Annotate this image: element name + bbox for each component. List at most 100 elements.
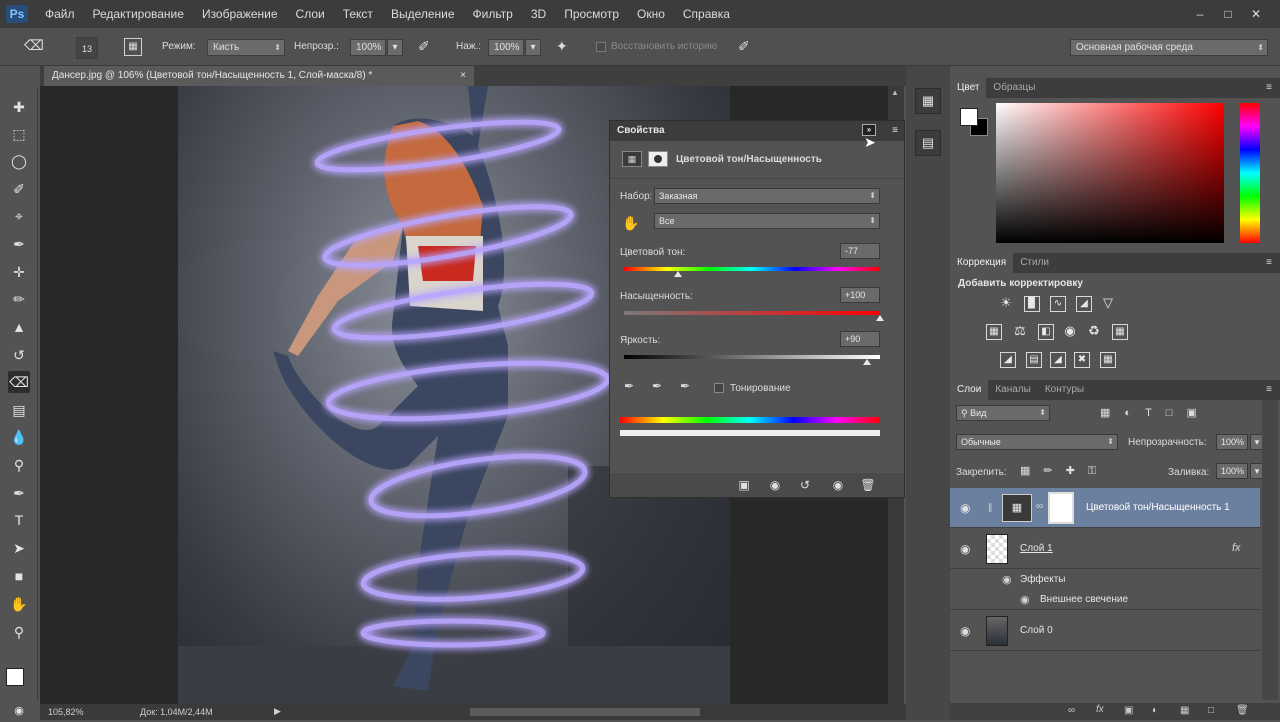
healing-brush-tool-icon[interactable]: ✛ [8,261,30,283]
pen-tool-icon[interactable]: ✒ [8,482,30,504]
menu-help[interactable]: Справка [674,7,739,21]
menu-file[interactable]: Файл [36,7,84,21]
black-white-icon[interactable]: ◧ [1038,324,1054,340]
hue-slider-thumb[interactable] [673,271,682,277]
quick-select-tool-icon[interactable]: ✐ [8,178,30,200]
layer-name[interactable]: Слой 1 [1020,543,1053,554]
foreground-color-swatch[interactable] [960,108,978,126]
selective-color-icon[interactable]: ▦ [1100,352,1116,368]
color-picker-field[interactable] [996,103,1224,243]
view-previous-icon[interactable]: ◉ [763,476,787,494]
chain-link-icon[interactable]: ∥ [988,502,993,513]
add-mask-icon[interactable]: ▣ [1124,705,1133,716]
visibility-eye-icon[interactable]: ◉ [960,624,970,638]
lightness-slider-thumb[interactable] [863,359,872,365]
eraser-tool-icon[interactable]: ⌫ [8,371,30,393]
link-layers-icon[interactable]: ∞ [1068,705,1075,716]
pressure-opacity-icon[interactable]: ✐ [418,38,430,55]
vibrance-icon[interactable]: ▽ [1100,296,1116,312]
panel-menu-icon[interactable]: ≡ [892,121,898,141]
tab-adjustments[interactable]: Коррекция [950,253,1014,273]
marquee-tool-icon[interactable]: ⬚ [8,123,30,145]
layer-filter-select[interactable]: ⚲ Вид [956,405,1050,421]
saturation-input[interactable]: +100 [840,287,880,303]
new-adjustment-icon[interactable]: ◐ [1152,705,1158,716]
zoom-level[interactable]: 105,82% [48,707,84,717]
delete-adjustment-icon[interactable]: 🗑 [856,476,880,494]
layer-mask-thumbnail[interactable] [1048,492,1074,524]
visibility-eye-icon[interactable]: ◉ [960,501,970,515]
layer-opacity-input[interactable]: 100% [1216,434,1248,450]
close-icon[interactable]: ✕ [1242,5,1270,23]
lock-all-icon[interactable]: ⚿ [1088,465,1109,477]
hue-spectrum-slider[interactable] [1240,103,1260,243]
history-panel-icon[interactable]: ▦ [915,88,941,114]
type-tool-icon[interactable]: T [8,509,30,531]
layer-thumbnail[interactable] [986,616,1008,646]
properties-panel-icon[interactable]: ▤ [915,130,941,156]
tab-color[interactable]: Цвет [950,78,987,98]
layer-effect-row[interactable]: ◉ Внешнее свечение [950,590,1260,610]
menu-edit[interactable]: Редактирование [84,7,193,21]
invert-icon[interactable]: ◢ [1000,352,1016,368]
lock-pixels-icon[interactable]: ✏ [1043,465,1065,477]
tab-channels[interactable]: Каналы [988,380,1038,400]
threshold-icon[interactable]: ◢ [1050,352,1066,368]
hand-tool-icon[interactable]: ✋ [8,593,30,615]
lock-transparency-icon[interactable]: ▦ [1020,465,1043,477]
add-style-icon[interactable]: fx [1096,704,1104,715]
flow-dropdown-icon[interactable]: ▾ [525,39,541,56]
crop-tool-icon[interactable]: ⌖ [8,205,30,227]
filter-pixel-icon[interactable]: ▦ [1100,407,1124,419]
eyedropper-tool-icon[interactable]: ✒ [8,233,30,255]
clone-stamp-tool-icon[interactable]: ▲ [8,316,30,338]
color-panel-menu-icon[interactable]: ≡ [1266,78,1272,98]
filter-adjustment-icon[interactable]: ◐ [1124,407,1145,419]
saturation-slider[interactable] [624,311,880,315]
layer-row-layer1[interactable]: ◉ Слой 1 fx [950,529,1260,569]
menu-image[interactable]: Изображение [193,7,287,21]
lightness-input[interactable]: +90 [840,331,880,347]
adjustment-layer-icon[interactable]: ▦ [622,151,642,167]
opacity-input[interactable]: 100% [350,39,386,56]
horizontal-scrollbar-thumb[interactable] [470,708,700,716]
path-select-tool-icon[interactable]: ➤ [8,537,30,559]
effects-eye-icon[interactable]: ◉ [1002,573,1012,586]
filter-shape-icon[interactable]: □ [1166,407,1187,419]
menu-view[interactable]: Просмотр [555,7,628,21]
brightness-contrast-icon[interactable]: ☀ [998,296,1014,312]
menu-type[interactable]: Текст [334,7,382,21]
restore-history-checkbox[interactable] [596,42,606,52]
lasso-tool-icon[interactable]: ◯ [8,150,30,172]
blend-mode-select[interactable]: Обычные [956,434,1118,450]
mode-select[interactable]: Кисть [207,39,285,56]
saturation-slider-thumb[interactable] [876,315,884,321]
move-tool-icon[interactable]: ✚ [8,96,30,118]
reset-icon[interactable]: ↺ [793,476,817,494]
fill-input[interactable]: 100% [1216,463,1248,479]
channel-select[interactable]: Все [654,213,880,229]
layer-fx-icon[interactable]: fx [1232,542,1241,554]
channel-mixer-icon[interactable]: ♻ [1086,324,1102,340]
eraser-tool-icon[interactable]: ⌫ [24,37,44,57]
zoom-tool-icon[interactable]: ⚲ [8,621,30,643]
minimize-icon[interactable]: – [1186,5,1214,23]
document-tab[interactable]: Дансер.jpg @ 106% (Цветовой тон/Насыщенн… [44,66,474,86]
history-brush-tool-icon[interactable]: ↺ [8,344,30,366]
effect-eye-icon[interactable]: ◉ [1020,593,1030,606]
hue-input[interactable]: -77 [840,243,880,259]
filter-type-icon[interactable]: T [1145,407,1166,419]
mask-link-icon[interactable]: ∞ [1036,501,1043,512]
lock-position-icon[interactable]: ✚ [1066,465,1088,477]
scroll-up-icon[interactable]: ▲ [891,88,899,97]
gradient-tool-icon[interactable]: ▤ [8,399,30,421]
brush-tool-icon[interactable]: ✏ [8,288,30,310]
tab-layers[interactable]: Слои [950,380,989,400]
flow-input[interactable]: 100% [488,39,524,56]
visibility-eye-icon[interactable]: ◉ [960,542,970,556]
tab-swatches[interactable]: Образцы [986,78,1042,98]
layer-name[interactable]: Цветовой тон/Насыщенность 1 [1086,502,1230,513]
shape-tool-icon[interactable]: ■ [8,565,30,587]
airbrush-icon[interactable]: ✦ [556,38,568,55]
colorize-checkbox[interactable] [714,383,724,393]
